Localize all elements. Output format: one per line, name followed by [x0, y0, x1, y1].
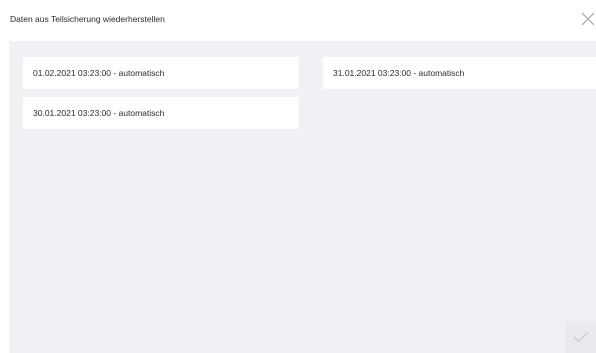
- backup-item[interactable]: 30.01.2021 03:23:00 - automatisch: [23, 97, 299, 129]
- backup-list: 01.02.2021 03:23:00 - automatisch 31.01.…: [9, 41, 596, 353]
- close-button[interactable]: [581, 12, 595, 26]
- close-icon: [581, 12, 595, 26]
- checkmark-icon: [573, 331, 589, 343]
- backup-item[interactable]: 01.02.2021 03:23:00 - automatisch: [23, 57, 299, 89]
- backup-item[interactable]: 31.01.2021 03:23:00 - automatisch: [323, 57, 596, 89]
- dialog-title: Daten aus Teilsicherung wiederherstellen: [10, 14, 165, 24]
- restore-dialog: Daten aus Teilsicherung wiederherstellen…: [0, 0, 596, 353]
- confirm-button[interactable]: [566, 321, 596, 353]
